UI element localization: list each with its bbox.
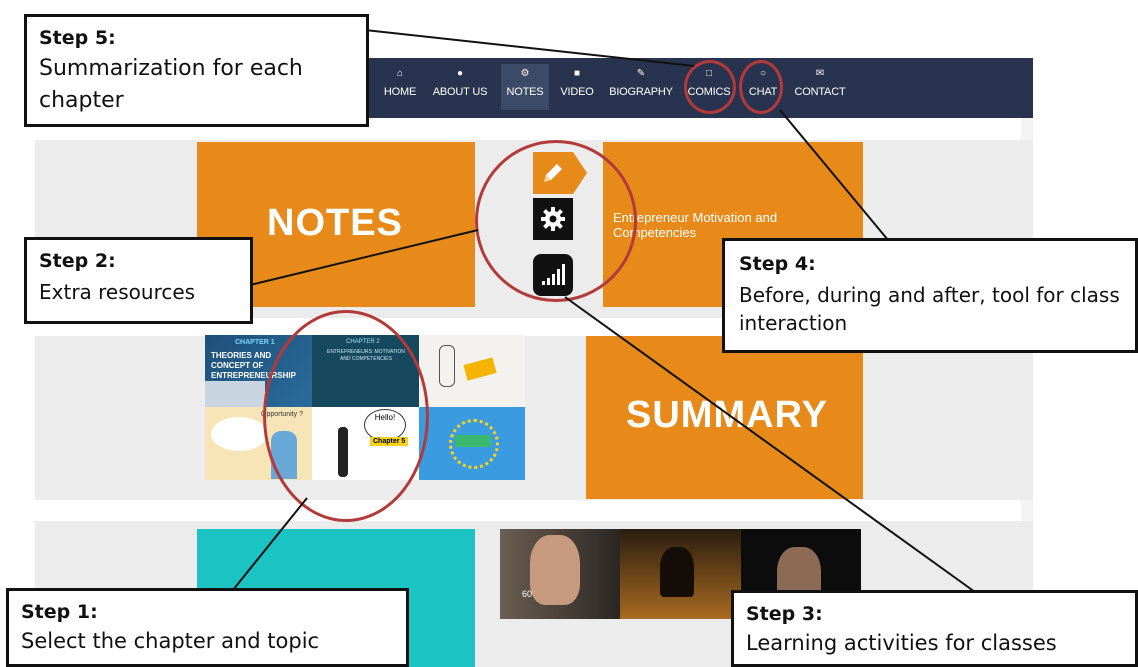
video-caption: 60 [522,589,533,599]
chapters-highlight-ring [263,310,429,522]
person-face [530,535,580,605]
user-icon: ● [456,68,464,79]
thought-bubble [211,417,267,451]
nav-label: CONTACT [794,86,846,98]
nav-home[interactable]: ⌂ HOME [380,68,420,110]
silhouette [660,547,694,597]
step4-body: Before, during and after, tool for class… [739,283,1120,335]
step2-callout: Step 2: Extra resources [24,237,253,324]
notes-title: NOTES [267,202,403,244]
step3-title: Step 3: [746,603,823,625]
nav-label: BIOGRAPHY [609,86,673,98]
step3-callout: Step 3: Learning activities for classes [731,590,1138,667]
cogs-icon: ⚙ [520,68,530,79]
chat-highlight-ring [739,60,783,114]
pencil-icon: ✎ [636,68,646,79]
chapters-section [35,336,1033,500]
nav-biography[interactable]: ✎ BIOGRAPHY [607,68,675,110]
step5-body: Summarization for each chapter [39,56,303,113]
banner [455,435,491,447]
step1-title: Step 1: [21,601,98,623]
summary-tile[interactable]: SUMMARY [586,336,863,499]
nav-label: HOME [383,86,417,98]
nav-notes[interactable]: ⚙ NOTES [501,64,549,110]
chapter-1-illustration [205,381,265,407]
nav-video[interactable]: ■ VIDEO [557,68,597,110]
nav-label: NOTES [506,86,544,98]
step5-callout: Step 5: Summarization for each chapter [24,14,369,127]
nav-about-us[interactable]: ● ABOUT US [430,68,490,110]
sign-card [463,357,497,381]
video-thumbnail-2[interactable] [620,529,741,619]
nav-label: VIDEO [560,86,594,98]
character-figure [439,345,455,387]
step2-title: Step 2: [39,250,116,272]
topic-title: Entrepreneur Motivation and Competencies [613,210,778,240]
summary-title: SUMMARY [626,394,828,436]
envelope-icon: ✉ [815,68,825,79]
video-thumbnail-1[interactable]: 60 [500,529,620,619]
step5-title: Step 5: [39,27,116,49]
step4-title: Step 4: [739,253,816,275]
step4-callout: Step 4: Before, during and after, tool f… [722,238,1138,353]
comics-highlight-ring [684,60,736,114]
chapter-1-label: CHAPTER 1 [235,339,275,346]
briefcase-icon: ■ [573,68,581,79]
nav-label: ABOUT US [432,86,488,98]
step1-body: Select the chapter and topic [21,629,320,653]
chapter-3-thumbnail[interactable] [419,335,525,407]
step1-callout: Step 1: Select the chapter and topic [6,588,409,667]
step2-body: Extra resources [39,280,196,304]
step3-body: Learning activities for classes [746,631,1057,655]
home-icon: ⌂ [396,68,404,79]
chapter-6-thumbnail[interactable] [419,407,525,480]
tools-highlight-ring [475,140,637,302]
nav-contact[interactable]: ✉ CONTACT [792,68,848,110]
